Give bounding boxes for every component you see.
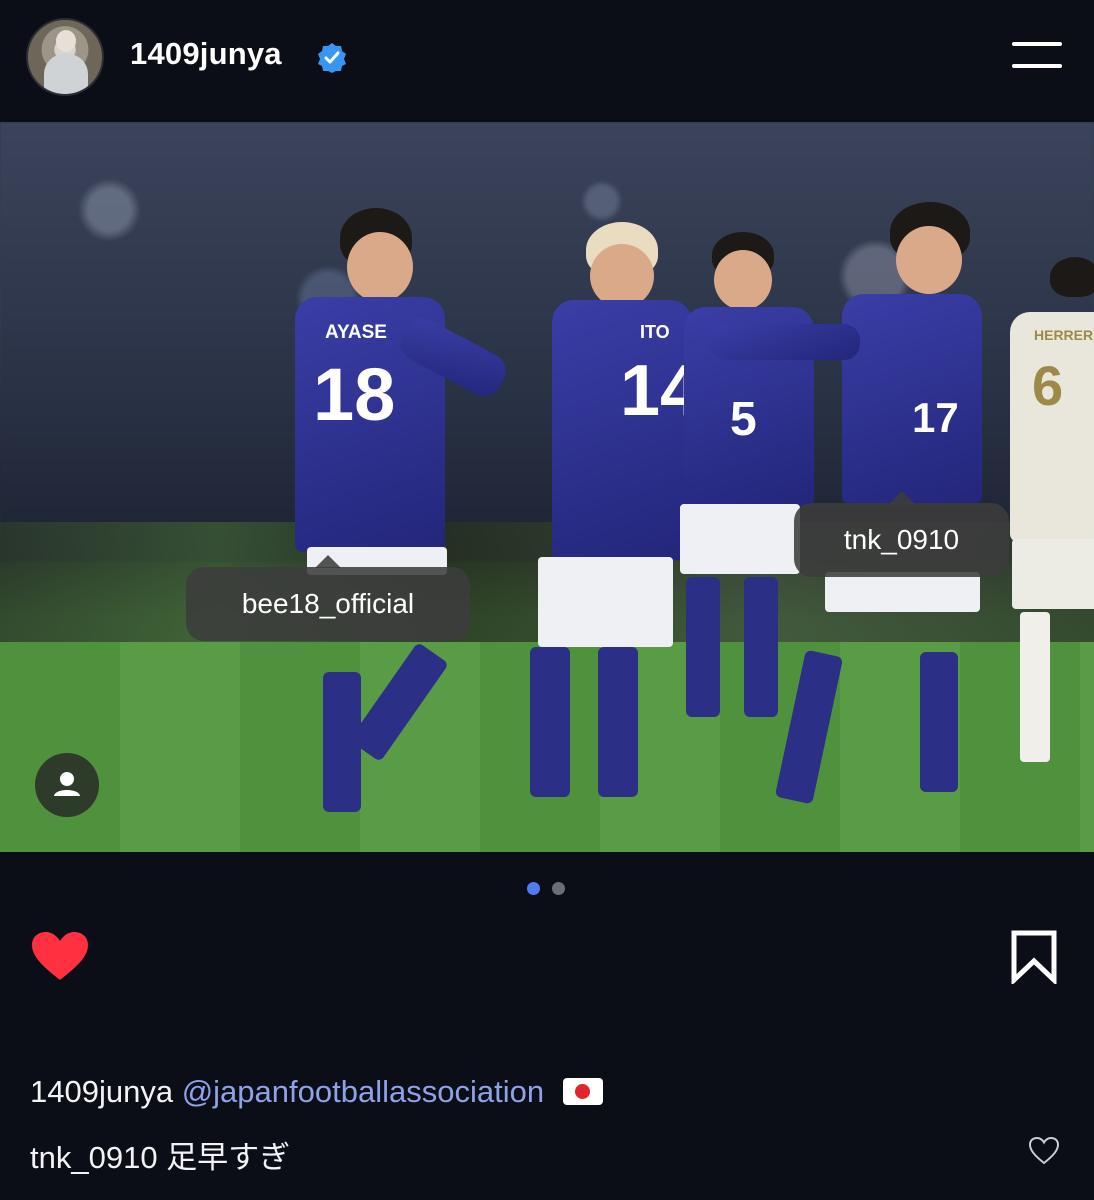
photo-tag-label: bee18_official [241,588,415,619]
player-shorts [538,557,673,647]
carousel-dot [552,882,565,895]
opponent-jersey [1010,312,1094,542]
player-leg [530,647,570,797]
caption-mention[interactable]: @japanfootballassociation [182,1074,544,1109]
player-hair [1050,257,1094,297]
player-leg [920,652,958,792]
jersey-number: 18 [313,353,396,436]
hamburger-menu-icon[interactable] [1012,42,1066,72]
jersey-number: 17 [912,394,959,441]
japan-flag-icon [562,1078,603,1105]
jersey-name: ITO [640,322,670,342]
comment-row: tnk_0910 足早すぎ [30,1132,290,1177]
player-shorts [825,572,980,612]
like-heart-icon[interactable] [30,930,90,982]
jersey-name: AYASE [325,322,387,343]
menu-line [1012,42,1062,46]
jersey-number: 5 [730,393,757,446]
player-head [714,250,772,310]
bookmark-icon[interactable] [1010,930,1058,984]
opponent-sock [1020,612,1050,762]
caption-username[interactable]: 1409junya [30,1074,173,1109]
profile-avatar[interactable] [26,18,104,96]
photo-tag-bee18[interactable]: bee18_official [186,555,470,641]
player-head [896,226,962,294]
comment-like-heart-icon[interactable] [1028,1136,1060,1166]
carousel-dot-active [527,882,540,895]
opponent-shorts [1012,539,1094,609]
avatar-head [56,30,76,52]
post-caption: 1409junya @japanfootballassociation [30,1074,603,1110]
photo-tag-tnk[interactable]: tnk_0910 [794,491,1009,577]
player-head [347,232,413,302]
player-leg [686,577,720,717]
jersey-number: 6 [1032,354,1064,417]
avatar-body [44,54,88,94]
player-18: AYASE 18 [285,202,535,842]
player-arm [710,324,860,360]
player-head [590,244,654,308]
person-icon [54,772,80,796]
menu-line [1012,64,1062,68]
post-header: 1409junya [0,0,1094,118]
opponent-player: HERRERA 6 [1010,257,1094,777]
jersey-name: HERRERA [1034,327,1094,343]
player-leg [774,649,844,805]
header-username[interactable]: 1409junya [130,36,282,72]
post-photo[interactable]: AYASE 18 ITO 14 5 17 HERRER 6 bee18_offi… [0,122,1094,852]
comment-text: 足早すぎ [166,1140,291,1175]
photo-tag-label: tnk_0910 [843,524,960,555]
verified-badge-icon [318,43,346,73]
tagged-users-button[interactable] [35,753,99,817]
player-leg [598,647,638,797]
player-leg [349,641,449,763]
comment-username[interactable]: tnk_0910 [30,1140,158,1175]
